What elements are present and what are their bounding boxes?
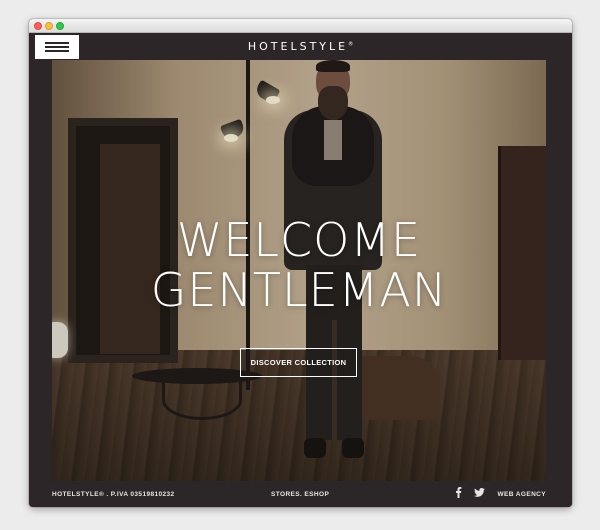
hero-headline: WELCOME GENTLEMAN — [52, 215, 546, 315]
footer-nav-links[interactable]: STORES. ESHOP — [271, 491, 329, 498]
headline-line-1: WELCOME — [176, 213, 422, 267]
browser-window: HOTELSTYLE® WELCOME GENTLEMAN DISCOVER C… — [29, 19, 572, 507]
site-logo[interactable]: HOTELSTYLE® — [29, 40, 572, 53]
hero-section: WELCOME GENTLEMAN DISCOVER COLLECTION — [52, 60, 546, 481]
discover-collection-button[interactable]: DISCOVER COLLECTION — [240, 348, 357, 377]
registered-mark: ® — [348, 41, 354, 48]
website: HOTELSTYLE® WELCOME GENTLEMAN DISCOVER C… — [29, 33, 572, 507]
footer-social-links — [455, 487, 485, 498]
footer-company-info: HOTELSTYLE® . P.IVA 03519810232 — [52, 491, 175, 498]
site-footer: HOTELSTYLE® . P.IVA 03519810232 STORES. … — [29, 481, 572, 507]
facebook-icon[interactable] — [455, 487, 462, 498]
minimize-window-button[interactable] — [45, 22, 53, 30]
close-window-button[interactable] — [34, 22, 42, 30]
logo-text: HOTELSTYLE — [247, 40, 349, 53]
footer-web-agency-link[interactable]: WEB AGENCY — [497, 491, 546, 498]
maximize-window-button[interactable] — [56, 22, 64, 30]
window-titlebar — [29, 19, 572, 33]
twitter-icon[interactable] — [474, 488, 485, 497]
site-header: HOTELSTYLE® — [29, 33, 572, 60]
headline-line-2: GENTLEMAN — [150, 263, 448, 317]
